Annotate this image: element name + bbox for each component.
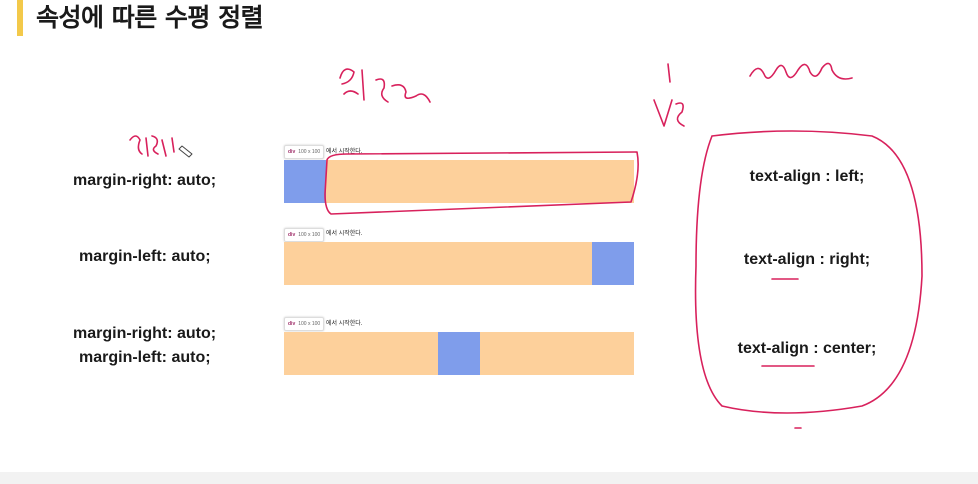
- blue-block: [592, 242, 634, 285]
- tooltip-after-text: 에서 시작한다.: [326, 149, 363, 155]
- tooltip-after-text: 에서 시작한다.: [326, 321, 363, 327]
- blue-block: [438, 332, 480, 375]
- ink-pencil-mark: [178, 145, 193, 158]
- ink-scribble-top: [339, 68, 431, 103]
- bottom-strip: [0, 472, 978, 484]
- demo-box-margin-left: [284, 242, 634, 285]
- text-align-left: text-align : left;: [749, 168, 865, 185]
- tooltip-after-text: 에서 시작한다.: [326, 231, 363, 237]
- tooltip-size: 100 x 100: [298, 232, 321, 238]
- demo-box-margin-both: [284, 332, 634, 375]
- devtools-tooltip: div 100 x 100: [284, 317, 325, 331]
- label-both-right: margin-right: auto;: [73, 325, 217, 342]
- label-margin-left: margin-left: auto;: [79, 248, 211, 265]
- blue-block: [284, 160, 326, 203]
- demo-box-margin-right: [284, 160, 634, 203]
- tooltip-tag: div: [288, 149, 296, 155]
- devtools-tooltip: div 100 x 100: [284, 145, 325, 159]
- text-align-right: text-align : right;: [743, 251, 871, 268]
- tooltip-size: 100 x 100: [298, 149, 321, 155]
- label-margin-right: margin-right: auto;: [73, 172, 217, 189]
- page-title: 속성에 따른 수평 정렬: [36, 3, 264, 32]
- tooltip-tag: div: [288, 321, 296, 327]
- ink-scribble-right: [749, 62, 853, 80]
- label-both-left: margin-left: auto;: [79, 349, 211, 366]
- devtools-tooltip: div 100 x 100: [284, 228, 325, 242]
- text-align-center: text-align : center;: [737, 340, 877, 357]
- tooltip-tag: div: [288, 232, 296, 238]
- tooltip-size: 100 x 100: [298, 321, 321, 327]
- title-accent-bar: [17, 0, 23, 36]
- ink-vs: [653, 63, 685, 127]
- ink-scribble-left: [129, 135, 175, 157]
